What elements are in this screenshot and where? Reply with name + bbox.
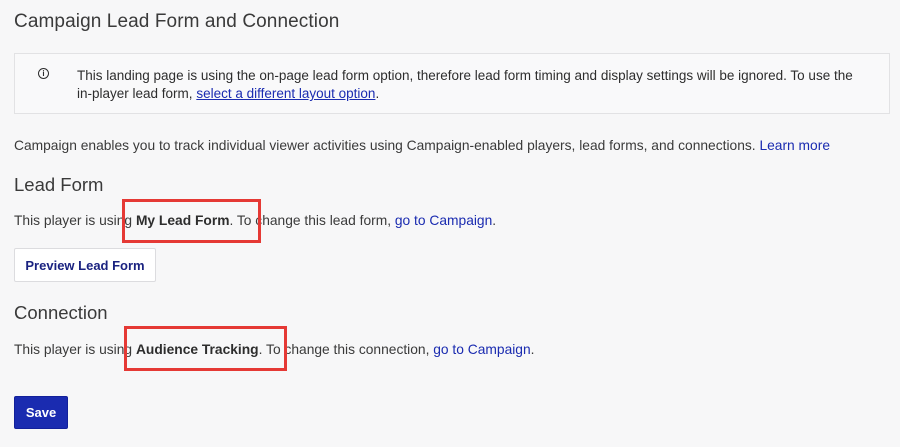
notice-message: This landing page is using the on-page l…: [77, 67, 857, 103]
lead-form-go-to-campaign-link[interactable]: go to Campaign: [395, 213, 492, 228]
save-button[interactable]: Save: [14, 396, 68, 429]
campaign-intro: Campaign enables you to track individual…: [14, 138, 830, 153]
lead-form-text-end: .: [492, 213, 497, 228]
lead-form-text-after: . To change this lead form,: [229, 213, 395, 228]
lead-form-description: This player is using My Lead Form. To ch…: [14, 213, 496, 228]
connection-go-to-campaign-link[interactable]: go to Campaign: [433, 342, 530, 357]
notice-text-end: .: [375, 86, 380, 101]
select-layout-link[interactable]: select a different layout option: [196, 86, 375, 101]
connection-text-end: .: [530, 342, 535, 357]
preview-lead-form-button[interactable]: Preview Lead Form: [14, 248, 156, 282]
lead-form-name: My Lead Form: [135, 213, 230, 228]
learn-more-link[interactable]: Learn more: [759, 138, 830, 153]
lead-form-heading: Lead Form: [14, 174, 104, 195]
connection-name: Audience Tracking: [135, 342, 259, 357]
connection-text-before: This player is using: [14, 342, 136, 357]
intro-text: Campaign enables you to track individual…: [14, 138, 760, 153]
layout-notice-banner: i This landing page is using the on-page…: [14, 53, 890, 114]
connection-description: This player is using Audience Tracking. …: [14, 342, 535, 357]
notice-text: This landing page is using the on-page l…: [77, 68, 853, 101]
connection-text-after: . To change this connection,: [258, 342, 434, 357]
page-title: Campaign Lead Form and Connection: [14, 11, 340, 32]
connection-heading: Connection: [14, 302, 108, 323]
lead-form-text-before: This player is using: [14, 213, 136, 228]
info-icon: i: [38, 68, 49, 79]
